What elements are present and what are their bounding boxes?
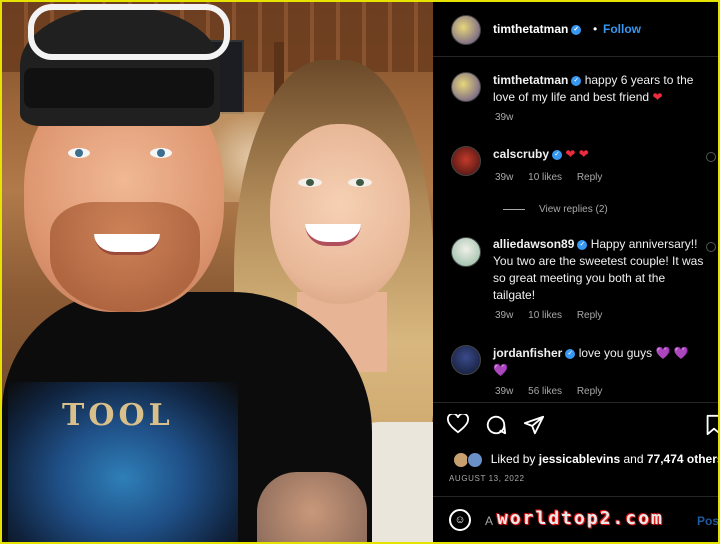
comment-likes[interactable]: 10 likes [528,172,562,183]
woman-right-eye [348,178,372,187]
comment-avatar[interactable] [451,237,481,267]
comment-1: calscruby ✓ ❤ ❤ [493,146,703,163]
ski-goggles [28,4,230,60]
header-separator: • [593,22,598,36]
comment-like-heart-icon[interactable] [706,152,716,162]
verified-badge-icon: ✓ [577,239,588,250]
comment-avatar[interactable] [451,345,481,375]
share-icon[interactable] [523,414,545,442]
add-comment-input[interactable]: A [485,514,493,528]
man-left-eye [68,148,90,158]
liker-username[interactable]: jessicablevins [539,452,620,466]
heart-icon[interactable] [447,412,469,440]
comment-time: 39w [495,310,514,321]
red-heart-emoji: ❤ ❤ [565,147,589,161]
screenshot-frame: TOOL timthetatman ✓ • Follow timthetatman… [2,2,718,542]
verified-badge-icon: ✓ [552,149,563,160]
comment-time: 39w [495,172,514,183]
tattooed-arm [257,472,367,542]
comment-like-heart-icon[interactable] [706,242,716,252]
post-photo[interactable]: TOOL [2,2,433,542]
follow-button[interactable]: Follow [603,22,641,36]
comment-username[interactable]: jordanfisher [493,346,562,360]
caption: timthetatman ✓ happy 6 years to the love … [493,72,715,106]
post-date: AUGUST 13, 2022 [449,474,525,483]
shirt-logo: TOOL [62,398,174,433]
smiley-icon[interactable]: ☺ [449,509,471,531]
purple-heart-emoji: 💜 [493,363,508,377]
woman-left-eye [298,178,322,187]
likes-summary: Liked by jessicablevins and 77,474 other… [453,452,718,468]
liker-avatar [467,452,484,468]
likes-count[interactable]: 77,474 others [647,452,718,466]
author-username[interactable]: timthetatman ✓ [493,22,582,36]
comment-avatar[interactable] [451,146,481,176]
comment-username[interactable]: alliedawson89 [493,237,574,251]
site-watermark: worldtop2.com [497,508,664,529]
likes-prefix: Liked by [490,452,536,467]
purple-heart-emoji: 💜 💜 [655,346,689,360]
comment-text: love you guys [578,346,653,360]
comment-username[interactable]: calscruby [493,147,549,161]
view-replies-link[interactable]: View replies (2) [503,204,608,215]
bookmark-icon[interactable] [705,414,718,442]
comment-icon[interactable] [485,414,507,442]
reply-button[interactable]: Reply [577,386,603,397]
post-side-panel: timthetatman ✓ • Follow timthetatman ✓ hap… [433,2,718,542]
cap-strap [24,68,214,108]
verified-badge-icon: ✓ [571,75,582,86]
reply-button[interactable]: Reply [577,172,603,183]
reply-button[interactable]: Reply [577,310,603,321]
likes-and: and [623,452,644,467]
comment-2: alliedawson89 ✓ Happy anniversary!! You t… [493,236,705,304]
comment-time: 39w [495,386,514,397]
verified-badge-icon: ✓ [565,348,576,359]
comment-3-meta: 39w 56 likes Reply [495,386,614,397]
author-avatar[interactable] [451,15,481,45]
caption-avatar[interactable] [451,72,481,102]
comment-2-meta: 39w 10 likes Reply [495,310,614,321]
woman-face [270,124,410,304]
caption-time: 39w [495,112,514,123]
man-right-eye [150,148,172,158]
man-beard [50,202,200,312]
red-heart-emoji: ❤ [652,90,663,104]
comment-1-meta: 39w 10 likes Reply [495,172,614,183]
header-divider [433,56,718,57]
actions-divider [433,402,718,403]
comment-3: jordanfisher ✓ love you guys 💜 💜 💜 [493,345,703,379]
post-comment-button[interactable]: Post [697,514,718,528]
comment-likes[interactable]: 10 likes [528,310,562,321]
verified-badge-icon: ✓ [571,24,582,35]
comment-likes[interactable]: 56 likes [528,386,562,397]
caption-username[interactable]: timthetatman [493,73,568,87]
